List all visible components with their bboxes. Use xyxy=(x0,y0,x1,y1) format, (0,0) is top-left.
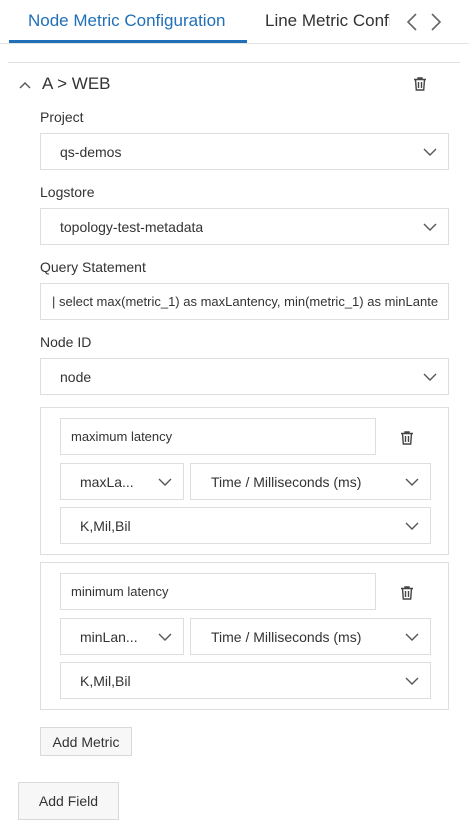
node-id-label: Node ID xyxy=(40,334,92,350)
metric-unit-value: Time / Milliseconds (ms) xyxy=(211,628,362,645)
metric-field-select[interactable]: maxLa... xyxy=(60,463,184,500)
node-id-select[interactable]: node xyxy=(40,358,449,395)
section-divider xyxy=(8,62,460,63)
tab-line-metric-configuration[interactable]: Line Metric Configuration xyxy=(265,11,390,31)
chevron-down-icon xyxy=(422,369,438,385)
tab-node-metric-configuration[interactable]: Node Metric Configuration xyxy=(28,11,225,31)
logstore-value: topology-test-metadata xyxy=(60,218,204,235)
chevron-down-icon xyxy=(404,474,420,490)
metric-unit-value: Time / Milliseconds (ms) xyxy=(211,473,362,490)
query-statement-input[interactable] xyxy=(40,283,449,320)
project-select[interactable]: qs-demos xyxy=(40,133,449,170)
metric-name-input[interactable] xyxy=(60,573,376,610)
delete-section-trash-icon[interactable] xyxy=(412,76,428,92)
chevron-down-icon xyxy=(404,629,420,645)
project-value: qs-demos xyxy=(60,143,122,160)
metric-name-input[interactable] xyxy=(60,418,376,455)
active-tab-indicator xyxy=(9,40,247,43)
metric-unit-select[interactable]: Time / Milliseconds (ms) xyxy=(190,618,431,655)
logstore-select[interactable]: topology-test-metadata xyxy=(40,208,449,245)
node-id-value: node xyxy=(60,368,92,385)
chevron-down-icon xyxy=(404,673,420,689)
metric-field-select[interactable]: minLan... xyxy=(60,618,184,655)
metric-card: minLan... Time / Milliseconds (ms) K,Mil… xyxy=(40,562,449,710)
chevron-down-icon xyxy=(157,629,173,645)
delete-metric-trash-icon[interactable] xyxy=(399,585,415,601)
chevron-down-icon xyxy=(422,219,438,235)
tab-scroll-left-icon[interactable] xyxy=(403,10,421,34)
metric-unit-select[interactable]: Time / Milliseconds (ms) xyxy=(190,463,431,500)
metric-format-select[interactable]: K,Mil,Bil xyxy=(60,507,431,544)
collapse-chevron-up-icon[interactable] xyxy=(17,77,33,93)
metric-format-value: K,Mil,Bil xyxy=(80,517,131,534)
metric-field-value: minLan... xyxy=(80,628,138,645)
chevron-down-icon xyxy=(157,474,173,490)
delete-metric-trash-icon[interactable] xyxy=(399,430,415,446)
metric-field-value: maxLa... xyxy=(80,473,134,490)
logstore-label: Logstore xyxy=(40,184,95,200)
metric-card: maxLa... Time / Milliseconds (ms) K,Mil,… xyxy=(40,407,449,555)
chevron-down-icon xyxy=(422,144,438,160)
section-title: A > WEB xyxy=(42,74,111,93)
add-metric-button[interactable]: Add Metric xyxy=(40,727,132,756)
query-statement-label: Query Statement xyxy=(40,259,146,275)
tab-bar: Node Metric Configuration Line Metric Co… xyxy=(0,0,469,44)
tab-scroll-right-icon[interactable] xyxy=(427,10,445,34)
chevron-down-icon xyxy=(404,518,420,534)
metric-format-select[interactable]: K,Mil,Bil xyxy=(60,662,431,699)
metric-format-value: K,Mil,Bil xyxy=(80,672,131,689)
project-label: Project xyxy=(40,109,84,125)
add-field-button[interactable]: Add Field xyxy=(18,782,119,820)
